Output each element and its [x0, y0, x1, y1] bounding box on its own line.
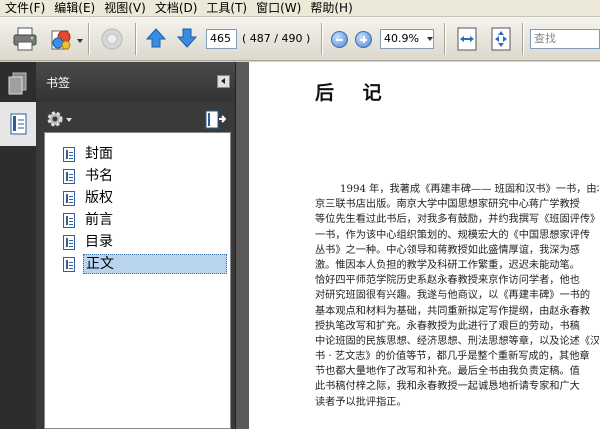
- bookmark-item[interactable]: 前言: [63, 210, 115, 230]
- text-line: 一书，作为该中心组织策划的、规模宏大的《中国思想家评传: [315, 229, 591, 241]
- zoom-out-button[interactable]: [331, 31, 348, 48]
- document-body: 1994 年，我著成《再建丰碑—— 班固和汉书》一书，由北 京三联书店出版。南京…: [315, 182, 599, 410]
- collapse-panel-button[interactable]: [217, 75, 230, 88]
- bookmark-page-icon: [63, 256, 75, 272]
- text-line: 恰好四平师范学院历史系赵永春教授来京作访问学者，他也: [315, 275, 580, 287]
- pages-icon: [8, 72, 27, 95]
- bookmark-item[interactable]: 书名: [63, 166, 115, 186]
- options-dropdown-icon[interactable]: [66, 118, 72, 122]
- bookmark-page-icon: [63, 168, 75, 184]
- collaborate-icon[interactable]: [48, 25, 74, 53]
- document-page: 后 记 1994 年，我著成《再建丰碑—— 班固和汉书》一书，由北 京三联书店出…: [249, 62, 600, 429]
- bookmarks-panel: 书签 封面 书名 版权 前言 目录 正文: [36, 62, 235, 429]
- navigation-pane-strip: [0, 62, 36, 429]
- zoom-dropdown-icon[interactable]: [427, 37, 433, 41]
- menu-window[interactable]: 窗口(W): [251, 0, 305, 17]
- collaborate-dropdown-icon[interactable]: [77, 39, 83, 43]
- text-line: 对研究班固很有兴趣。我遂与他商议，以《再建丰碑》一书的: [315, 290, 591, 302]
- expand-bookmark-icon[interactable]: [204, 109, 226, 131]
- disabled-tool-icon: [101, 28, 123, 50]
- text-line: 丛书》之一种。中心领导和蒋教授如此盛情厚谊，我深为感: [315, 244, 580, 256]
- page-count-label: ( 487 / 490 ): [242, 32, 311, 45]
- gear-icon[interactable]: [46, 110, 66, 130]
- menu-view[interactable]: 视图(V): [99, 0, 150, 17]
- menu-edit[interactable]: 编辑(E): [49, 0, 99, 17]
- fit-width-icon[interactable]: [455, 26, 479, 52]
- bookmark-icon: [10, 113, 27, 135]
- text-line: 此书稿付梓之际，我和永春教授一起诚恳地祈请专家和广大: [315, 381, 580, 393]
- menu-tools[interactable]: 工具(T): [201, 0, 251, 17]
- text-line: 书 · 艺文志》的价值等节，都几乎是整个重新写成的，其他章: [315, 351, 590, 363]
- next-page-icon[interactable]: [176, 27, 198, 49]
- bookmark-item-selected[interactable]: 正文: [63, 254, 227, 274]
- text-line: 读者予以批评指正。: [315, 396, 407, 408]
- bookmark-page-icon: [63, 190, 75, 206]
- previous-page-icon[interactable]: [145, 27, 167, 49]
- text-line: 京三联书店出版。南京大学中国思想家研究中心蒋广学教授: [315, 199, 580, 211]
- toolbar: 465 ( 487 / 490 ) 40.9% 查找: [0, 17, 600, 61]
- bookmark-page-icon: [63, 234, 75, 250]
- text-line: 中论班固的民族思想、经济思想、刑法思想等章，以及论述《汉: [315, 335, 599, 347]
- menu-help[interactable]: 帮助(H): [305, 0, 356, 17]
- bookmark-item[interactable]: 封面: [63, 144, 115, 164]
- text-line: 基本观点和材料为基础，共同重新拟定写作提纲，由赵永春教: [315, 305, 591, 317]
- zoom-in-button[interactable]: [355, 31, 372, 48]
- zoom-level-input[interactable]: 40.9%: [380, 29, 434, 49]
- text-line: 节也都大量地作了改写和补充。最后全书由我负责定稿。值: [315, 366, 580, 378]
- page-title: 后 记: [315, 82, 393, 104]
- panel-splitter[interactable]: [235, 62, 249, 429]
- fit-page-icon[interactable]: [489, 26, 513, 52]
- text-line: 等位先生看过此书后，对我多有鼓励，并约我撰写《班固评传》: [315, 214, 599, 226]
- search-input[interactable]: 查找: [530, 29, 600, 49]
- bookmark-item[interactable]: 版权: [63, 188, 115, 208]
- menu-document[interactable]: 文档(D): [150, 0, 202, 17]
- bookmark-page-icon: [63, 146, 75, 162]
- bookmark-page-icon: [63, 212, 75, 228]
- bookmarks-panel-title: 书签: [46, 76, 71, 90]
- bookmarks-panel-header: 书签: [36, 62, 235, 102]
- text-line: 激。惟因本人负担的教学及科研工作繁重，迟迟未能动笔。: [315, 259, 580, 271]
- text-line: 1994 年，我著成《再建丰碑—— 班固和汉书》一书，由北: [340, 184, 599, 195]
- bookmarks-tab[interactable]: [0, 102, 36, 146]
- page-number-input[interactable]: 465: [206, 29, 237, 49]
- menu-bar: 文件(F) 编辑(E) 视图(V) 文档(D) 工具(T) 窗口(W) 帮助(H…: [0, 0, 600, 17]
- pages-tab[interactable]: [0, 62, 36, 106]
- bookmarks-list: 封面 书名 版权 前言 目录 正文: [44, 132, 231, 429]
- print-icon[interactable]: [12, 26, 38, 52]
- text-line: 授执笔改写和扩充。永春教授为此进行了艰巨的劳动，书稿: [315, 320, 580, 332]
- bookmark-item[interactable]: 目录: [63, 232, 115, 252]
- menu-file[interactable]: 文件(F): [0, 0, 49, 17]
